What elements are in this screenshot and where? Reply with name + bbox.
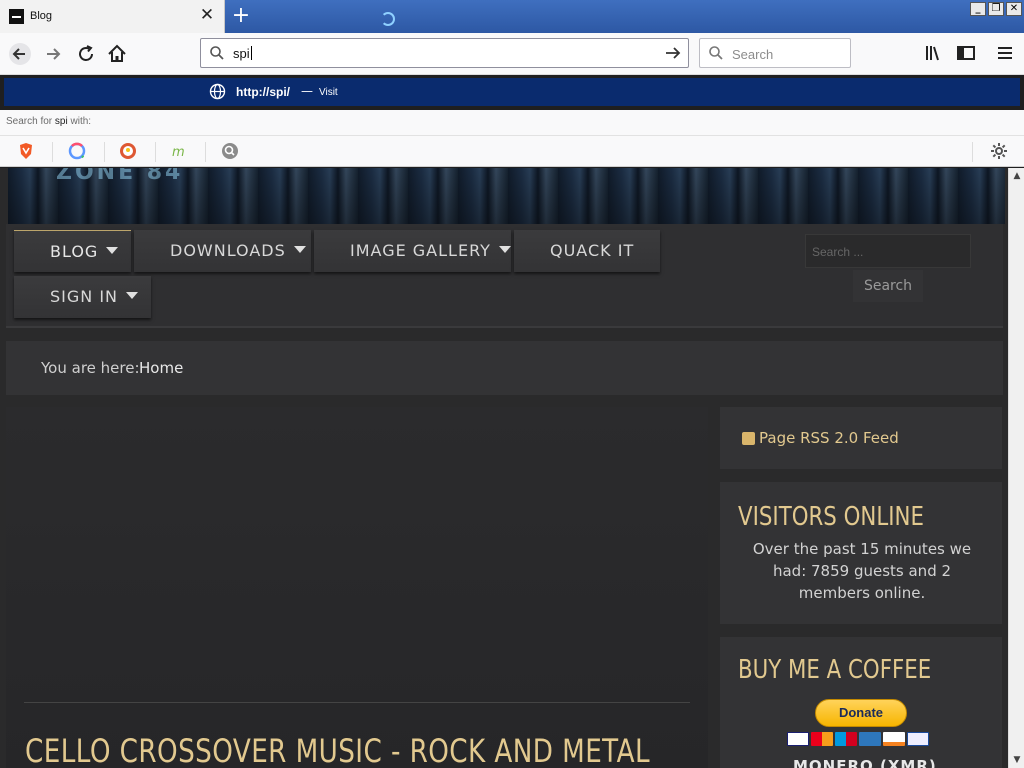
search-bar-placeholder: Search [732, 47, 774, 62]
site-search-button[interactable]: Search [853, 270, 923, 302]
suggestion-separator: — [301, 84, 313, 98]
tab-blog[interactable]: Blog ✕ [0, 0, 225, 33]
menu-item-sign-in[interactable]: SIGN IN [14, 276, 151, 318]
navigation-toolbar: spi Search [0, 33, 1024, 75]
payment-cards [787, 732, 929, 746]
maestro-card-icon [835, 732, 857, 746]
mastercard-icon [811, 732, 833, 746]
search-icon [210, 46, 224, 60]
visa-card-icon [787, 732, 809, 746]
menu-item-label: SIGN IN [50, 287, 119, 306]
chevron-down-icon [293, 246, 306, 253]
visitors-online-text: Over the past 15 minutes we had: 7859 gu… [752, 540, 972, 602]
duckduckgo-icon[interactable] [119, 142, 137, 160]
suggestion-url: http://spi/ [236, 85, 291, 99]
rss-feed-icon [742, 432, 755, 445]
minimize-button[interactable]: _ [970, 2, 986, 16]
tab-close-button[interactable]: ✕ [199, 6, 215, 24]
paypal-donate-button[interactable]: Donate [815, 699, 907, 727]
text-caret [250, 46, 252, 60]
back-button[interactable] [8, 42, 32, 66]
breadcrumb-home-link[interactable]: Home [139, 359, 183, 377]
address-input[interactable]: spi [233, 46, 252, 61]
site-logo[interactable]: ZONE 84 [56, 168, 183, 185]
chevron-down-icon [498, 246, 511, 253]
menu-item-label: DOWNLOADS [170, 241, 286, 260]
engine-separator [155, 142, 156, 162]
chevron-down-icon [126, 292, 139, 299]
sidebar-toggle-icon[interactable] [955, 42, 977, 64]
globe-icon [209, 83, 226, 100]
amex-card-icon [859, 732, 881, 746]
buy-me-a-coffee-title: BUY ME A COFFEE [738, 655, 932, 685]
site-search-input[interactable]: Search ... [805, 234, 971, 268]
one-off-search-header: Search for spi with: [0, 110, 1024, 135]
search-icon [709, 46, 723, 60]
search-for-label: Search for spi with: [6, 116, 92, 127]
rss-module: Page RSS 2.0 Feed [720, 407, 1002, 469]
breadcrumb: You are here: Home [6, 341, 1003, 395]
engine-separator [52, 142, 53, 162]
home-button[interactable] [105, 42, 129, 66]
home-icon [108, 44, 126, 62]
library-icon[interactable] [923, 42, 945, 64]
menu-item-image-gallery[interactable]: IMAGE GALLERY [314, 230, 511, 272]
forward-arrow-icon [47, 48, 61, 60]
window-controls: _ ❐ ✕ [970, 2, 1022, 16]
divider [24, 702, 690, 703]
discover-card-icon [883, 732, 905, 746]
engine-separator [205, 142, 206, 162]
loading-spinner-icon [381, 12, 395, 26]
svg-text:m: m [172, 145, 185, 160]
buy-me-a-coffee-module: BUY ME A COFFEE Donate MONERO (XMR) [720, 637, 1002, 768]
tab-title: Blog [30, 10, 53, 22]
bank-card-icon [907, 732, 929, 746]
main-menu: BLOG DOWNLOADS IMAGE GALLERY QUACK IT SI… [6, 224, 1003, 328]
engine-separator [972, 142, 973, 162]
menu-item-label: QUACK IT [550, 241, 635, 260]
chevron-down-icon [106, 247, 119, 254]
address-bar[interactable]: spi [200, 38, 689, 68]
page-scrollbar[interactable]: ▲ ▼ [1008, 168, 1024, 768]
mojeek-icon[interactable]: m [170, 142, 188, 160]
brave-icon[interactable] [17, 142, 35, 160]
article-title[interactable]: CELLO CROSSOVER MUSIC - ROCK AND METAL [25, 732, 650, 768]
scroll-down-arrow-icon[interactable]: ▼ [1009, 752, 1024, 768]
search-bar[interactable]: Search [699, 38, 851, 68]
new-tab-button[interactable]: + [231, 4, 251, 28]
visitors-online-title: VISITORS ONLINE [738, 502, 924, 532]
menu-item-label: BLOG [50, 242, 99, 261]
close-window-button[interactable]: ✕ [1006, 2, 1022, 16]
reload-button[interactable] [74, 42, 98, 66]
qwant-icon[interactable] [68, 142, 86, 160]
suggestion-action: Visit [319, 87, 338, 98]
hamburger-menu-icon[interactable] [994, 42, 1016, 64]
engine-separator [104, 142, 105, 162]
web-page: ZONE 84 BLOG DOWNLOADS IMAGE GALLERY QUA… [0, 168, 1008, 768]
monero-label: MONERO (XMR) [793, 757, 937, 768]
rss-feed-link[interactable]: Page RSS 2.0 Feed [759, 429, 899, 447]
restore-button[interactable]: ❐ [988, 2, 1004, 16]
menu-item-blog[interactable]: BLOG [14, 230, 131, 272]
header-banner-image: ZONE 84 [8, 168, 1005, 224]
go-arrow-icon[interactable] [662, 42, 684, 64]
visitors-online-module: VISITORS ONLINE Over the past 15 minutes… [720, 482, 1002, 624]
menu-item-quack-it[interactable]: QUACK IT [514, 230, 660, 272]
reload-icon [79, 45, 93, 61]
main-content: CELLO CROSSOVER MUSIC - ROCK AND METAL [6, 407, 708, 768]
forward-button[interactable] [41, 42, 65, 66]
gear-icon[interactable] [989, 141, 1009, 161]
menu-item-label: IMAGE GALLERY [350, 241, 491, 260]
scroll-up-arrow-icon[interactable]: ▲ [1009, 168, 1024, 184]
searx-icon[interactable] [221, 142, 239, 160]
url-suggestion-row[interactable]: http://spi/ — Visit [4, 78, 1020, 106]
browser-titlebar: Blog ✕ + _ ❐ ✕ [0, 0, 1024, 37]
site-favicon-icon [9, 9, 24, 24]
search-engine-bar: m [0, 135, 1024, 167]
back-arrow-icon [9, 43, 31, 65]
menu-item-downloads[interactable]: DOWNLOADS [134, 230, 311, 272]
breadcrumb-label: You are here: [41, 359, 140, 377]
